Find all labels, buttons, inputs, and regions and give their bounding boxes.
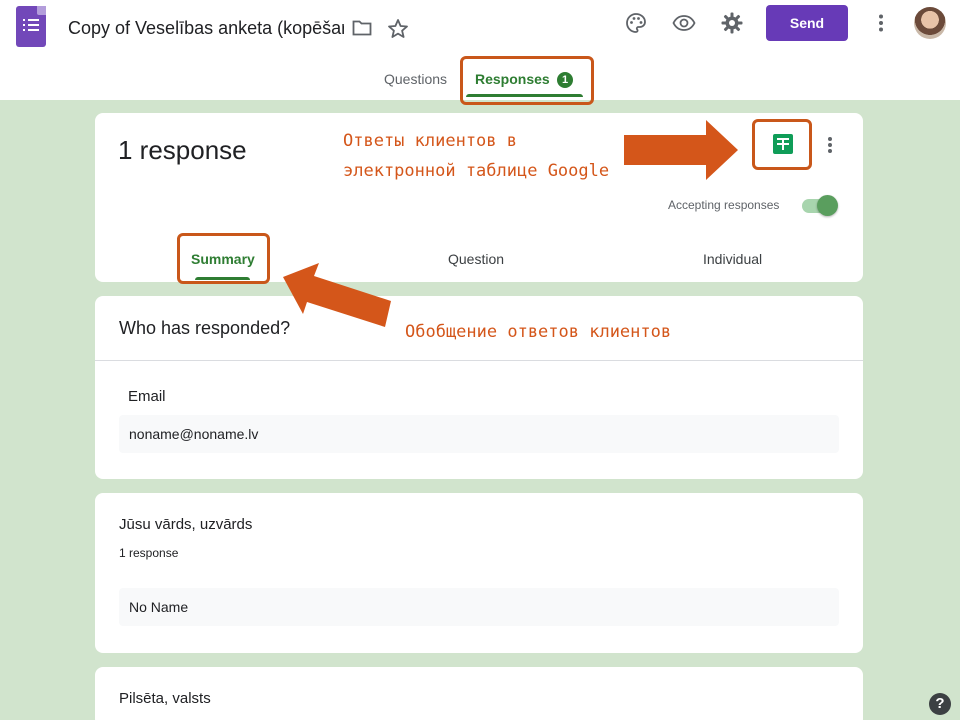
question-response-count: 1 response — [119, 546, 179, 560]
summary-tab-highlight — [177, 233, 270, 284]
question-summary-card: Jūsu vārds, uzvārds 1 response No Name — [95, 493, 863, 653]
question-summary-card: Pilsēta, valsts — [95, 667, 863, 720]
who-responded-title: Who has responded? — [119, 318, 291, 338]
email-label: Email — [128, 388, 166, 405]
email-value: noname@noname.lv — [129, 426, 259, 442]
star-icon[interactable] — [386, 17, 410, 41]
avatar[interactable] — [914, 7, 946, 39]
arrow-left-icon — [283, 263, 391, 327]
sheets-annotation-line1: Ответы клиентов в — [343, 131, 517, 151]
document-title[interactable]: Copy of Veselības anketa (kopēšar — [68, 18, 344, 39]
divider — [95, 360, 863, 361]
email-value-box: noname@noname.lv — [119, 415, 839, 453]
accepting-responses-label: Accepting responses — [668, 198, 780, 212]
answer-box: No Name — [119, 588, 839, 626]
responses-tab-highlight — [460, 56, 594, 105]
more-vert-icon[interactable] — [871, 11, 891, 35]
sheets-annotation-line2: электронной таблице Google — [343, 161, 610, 181]
tab-individual[interactable]: Individual — [703, 251, 762, 267]
tab-questions[interactable]: Questions — [384, 71, 447, 87]
arrow-right-icon — [624, 120, 738, 180]
response-count-title: 1 response — [118, 135, 247, 165]
eye-icon[interactable] — [672, 11, 696, 35]
question-title: Pilsēta, valsts — [119, 690, 211, 707]
google-forms-icon[interactable] — [16, 6, 46, 47]
summary-annotation: Обобщение ответов клиентов — [405, 322, 672, 342]
toggle-knob[interactable] — [817, 195, 838, 216]
folder-icon[interactable] — [352, 20, 372, 36]
palette-icon[interactable] — [624, 11, 648, 35]
gear-icon[interactable] — [720, 11, 744, 35]
sheets-button-highlight — [752, 119, 812, 170]
answer-value: No Name — [129, 599, 189, 615]
question-title: Jūsu vārds, uzvārds — [119, 516, 253, 533]
send-button[interactable]: Send — [766, 5, 848, 41]
tab-question[interactable]: Question — [448, 251, 504, 267]
more-vert-icon[interactable] — [820, 135, 840, 155]
help-icon[interactable]: ? — [929, 693, 951, 715]
